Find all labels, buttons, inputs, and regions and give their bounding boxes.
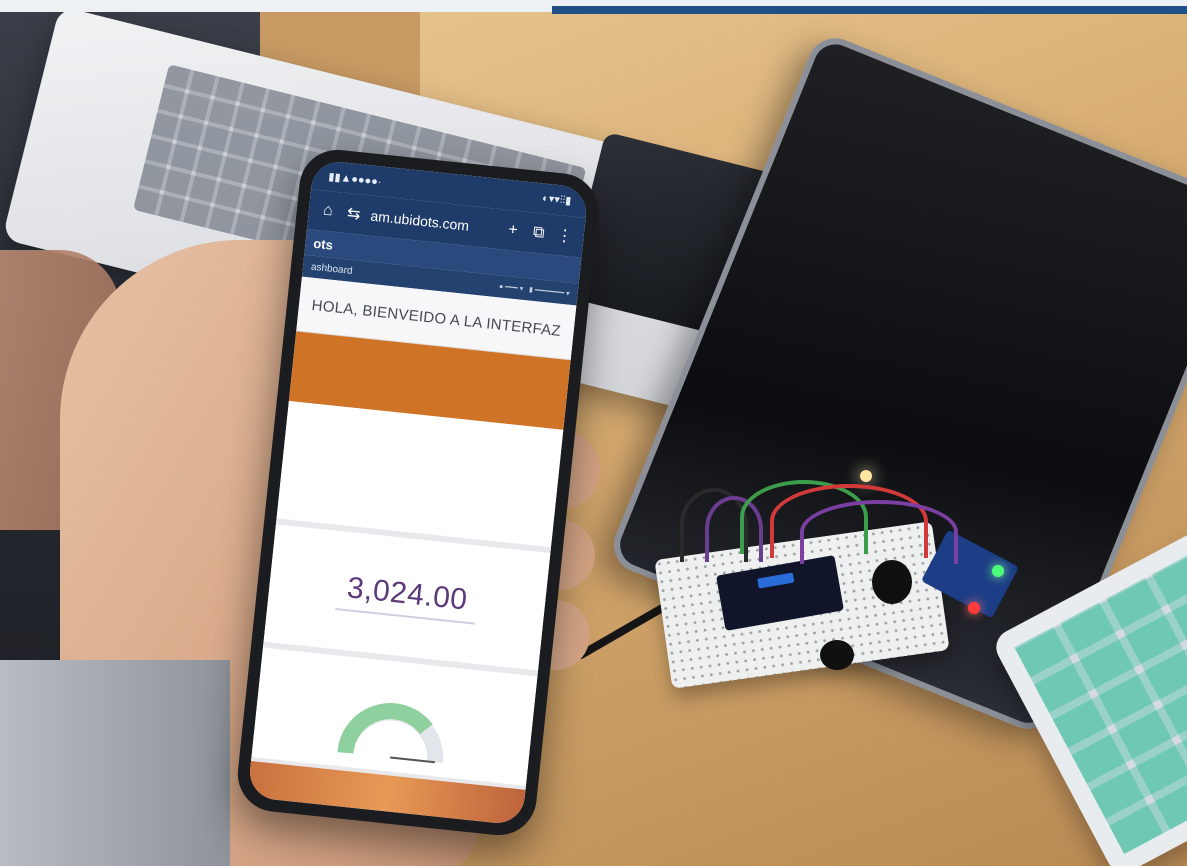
jumper-wire bbox=[800, 500, 958, 564]
led-green bbox=[992, 565, 1004, 577]
home-icon[interactable]: ⌂ bbox=[318, 201, 338, 221]
gauge-fill bbox=[337, 703, 433, 754]
new-tab-icon[interactable]: + bbox=[503, 221, 523, 241]
status-icons-left: ▮▮▲●●●●· bbox=[327, 170, 383, 188]
shirt-sleeve bbox=[0, 660, 230, 866]
buzzer bbox=[872, 560, 912, 604]
site-settings-icon[interactable]: ⇆ bbox=[344, 203, 364, 225]
tabs-icon[interactable]: ⧉ bbox=[529, 223, 549, 243]
welcome-text: HOLA, BIENVEIDO A LA INTERFAZ bbox=[310, 296, 562, 340]
dashboard-label[interactable]: ashboard bbox=[310, 261, 353, 276]
led-yellow bbox=[860, 470, 872, 482]
app-name: ots bbox=[312, 235, 334, 253]
dashboard-meta: ● ━━━ ▾ ▮ ━━━━━━━ ▾ bbox=[498, 283, 570, 298]
status-icons-right: ◐▾▾⫶⫶▮ bbox=[541, 192, 572, 208]
menu-icon[interactable]: ⋮ bbox=[555, 225, 575, 247]
phone-screen: ▮▮▲●●●●· ◐▾▾⫶⫶▮ ⌂ ⇆ am.ubidots.com + ⧉ ⋮… bbox=[247, 159, 589, 826]
led-red bbox=[968, 602, 980, 614]
buzzer-small bbox=[820, 640, 854, 670]
url-text[interactable]: am.ubidots.com bbox=[370, 208, 497, 237]
top-bar-accent bbox=[552, 6, 1187, 14]
photo-scene: ▮▮▲●●●●· ◐▾▾⫶⫶▮ ⌂ ⇆ am.ubidots.com + ⧉ ⋮… bbox=[0, 0, 1187, 866]
gauge-chart bbox=[337, 703, 444, 764]
